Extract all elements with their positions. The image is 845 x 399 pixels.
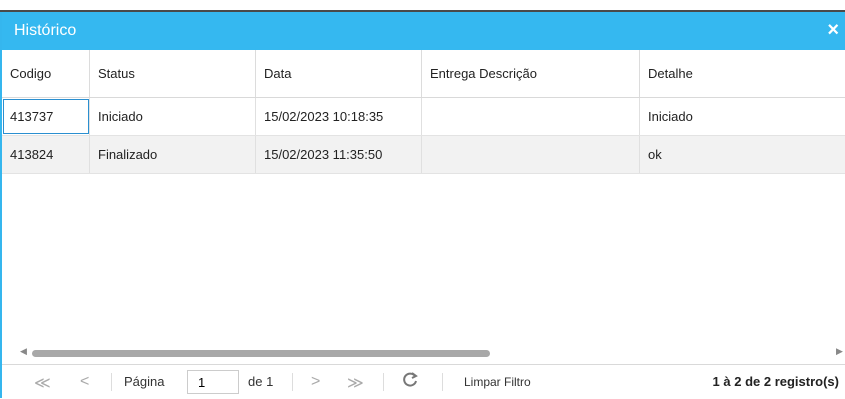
page-label: Página [124,374,165,389]
column-header-codigo[interactable]: Codigo [2,50,90,97]
scroll-left-icon[interactable]: ◀ [20,346,27,357]
horizontal-scrollbar[interactable]: ◀ ▶ [2,346,845,360]
cell-status[interactable]: Iniciado [90,98,256,135]
dialog-title: Histórico [14,22,77,39]
last-page-icon[interactable]: ≫ [347,373,364,393]
previous-page-icon[interactable]: < [80,373,89,391]
pagination-bar: ≪ < Página de 1 > ≫ Limpar Filtro 1 à 2 … [2,364,845,399]
cell-codigo[interactable]: 413824 [2,136,90,173]
divider [292,373,293,391]
first-page-icon[interactable]: ≪ [34,373,51,393]
page-total-label: de 1 [248,374,274,389]
cell-codigo[interactable]: 413737 [2,98,90,135]
cell-detalhe[interactable]: Iniciado [640,98,845,135]
column-header-entrega-descricao[interactable]: Entrega Descrição [422,50,640,97]
scrollbar-thumb[interactable] [32,350,490,357]
cell-status[interactable]: Finalizado [90,136,256,173]
scroll-right-icon[interactable]: ▶ [836,346,843,357]
dialog-titlebar: Histórico × [2,12,845,50]
cell-data[interactable]: 15/02/2023 10:18:35 [256,98,422,135]
next-page-icon[interactable]: > [311,373,320,391]
clear-filter-button[interactable]: Limpar Filtro [464,375,531,389]
refresh-icon[interactable] [400,370,420,390]
divider [111,373,112,391]
page-number-input[interactable] [187,370,239,394]
record-count: 1 à 2 de 2 registro(s) [712,374,839,389]
history-dialog: Histórico × Codigo Status Data Entrega D… [0,12,845,399]
cell-entrega-descricao[interactable] [422,136,640,173]
top-strip [0,0,845,12]
column-header-detalhe[interactable]: Detalhe [640,50,845,97]
column-header-data[interactable]: Data [256,50,422,97]
cell-detalhe[interactable]: ok [640,136,845,173]
column-header-status[interactable]: Status [90,50,256,97]
table-row[interactable]: 413737 Iniciado 15/02/2023 10:18:35 Inic… [2,98,845,136]
cell-data[interactable]: 15/02/2023 11:35:50 [256,136,422,173]
divider [383,373,384,391]
divider [442,373,443,391]
grid-header: Codigo Status Data Entrega Descrição Det… [2,50,845,98]
table-row[interactable]: 413824 Finalizado 15/02/2023 11:35:50 ok [2,136,845,174]
close-icon[interactable]: × [827,20,839,40]
cell-entrega-descricao[interactable] [422,98,640,135]
